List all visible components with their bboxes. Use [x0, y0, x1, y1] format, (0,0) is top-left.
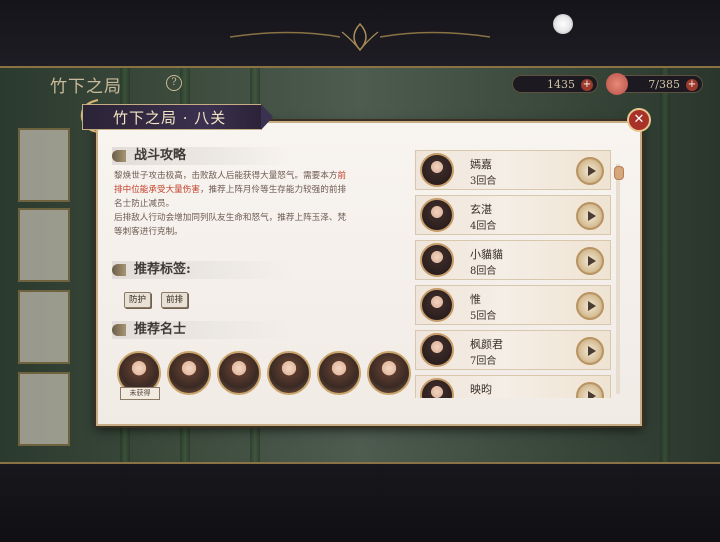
round-count: 3回合 — [470, 176, 497, 187]
panel-title: 竹下之局 · 八关 — [113, 109, 227, 127]
resource-value: 7/385 — [648, 78, 680, 91]
strategy-line-text: ，推荐上阵月伶等生存能力较强的前排 — [199, 185, 347, 195]
replay-list[interactable]: 嫣嘉 3回合 玄湛 4回合 小貓貓 8回合 惟 5回合 枫颜君 7回合 映昀 — [415, 146, 613, 398]
bottom-frame — [0, 462, 720, 542]
strategy-line: 名士防止减员。 — [114, 199, 175, 209]
section-title: 推荐名士 — [134, 322, 187, 337]
flower-icon — [606, 73, 628, 95]
section-title: 战斗攻略 — [134, 148, 187, 163]
strategy-line-text: 黎焕世子攻击极高，击败敌人后能获得大量怒气。需要本方 — [114, 171, 338, 181]
add-jade-button[interactable]: + — [581, 79, 593, 91]
tag-chip: 前排 — [161, 292, 189, 308]
hero-avatar[interactable] — [167, 351, 211, 395]
strategy-line: 后排敌人行动会增加同列队友生命和怒气，推荐上阵玉泽、梵 — [114, 213, 347, 223]
play-replay-button[interactable] — [576, 337, 604, 365]
round-count: 4回合 — [470, 221, 497, 232]
stage-tab[interactable] — [18, 372, 70, 446]
list-item[interactable]: 映昀 — [415, 375, 611, 398]
round-count: 5回合 — [470, 311, 497, 322]
play-replay-button[interactable] — [576, 247, 604, 275]
close-icon: ✕ — [633, 112, 645, 127]
section-header-heroes: 推荐名士 — [112, 321, 292, 339]
bamboo-stalk — [660, 60, 670, 480]
player-avatar — [420, 153, 454, 187]
section-title: 推荐标签: — [134, 262, 191, 277]
not-owned-badge: 未获得 — [120, 387, 160, 400]
hero-avatar[interactable] — [267, 351, 311, 395]
play-replay-button[interactable] — [576, 382, 604, 398]
strategy-highlight: 前 — [337, 171, 347, 181]
player-avatar — [420, 288, 454, 322]
player-avatar — [420, 243, 454, 277]
player-avatar — [420, 378, 454, 398]
question-icon[interactable]: ? — [166, 75, 182, 91]
section-header-strategy: 战斗攻略 — [112, 147, 292, 165]
player-name: 映昀 — [470, 383, 492, 396]
list-item[interactable]: 玄湛 4回合 — [415, 195, 611, 235]
stage-tab[interactable] — [18, 290, 70, 364]
stage-tab[interactable] — [18, 128, 70, 202]
play-replay-button[interactable] — [576, 157, 604, 185]
round-count: 8回合 — [470, 266, 497, 277]
list-item[interactable]: 惟 5回合 — [415, 285, 611, 325]
section-header-tags: 推荐标签: — [112, 261, 292, 279]
round-count: 7回合 — [470, 356, 497, 367]
top-frame — [0, 0, 720, 68]
resource-flower: 7/385 + — [606, 73, 703, 95]
hero-avatar[interactable] — [217, 351, 261, 395]
background-title: 竹下之局 — [50, 77, 122, 97]
strategy-line: 黎焕世子攻击极高，击败敌人后能获得大量怒气。需要本方前 — [114, 169, 410, 183]
hero-avatar[interactable] — [367, 351, 411, 395]
title-banner: 竹下之局 · 八关 — [82, 104, 273, 130]
section-bullet-icon — [112, 264, 126, 276]
player-name: 小貓貓 — [470, 248, 503, 261]
add-flower-button[interactable]: + — [686, 79, 698, 91]
scrollbar-track[interactable] — [616, 164, 620, 394]
player-avatar — [420, 333, 454, 367]
list-item[interactable]: 嫣嘉 3回合 — [415, 150, 611, 190]
player-name: 惟 — [470, 293, 481, 306]
resource-value: 1435 — [547, 78, 575, 91]
section-bullet-icon — [112, 150, 126, 162]
player-avatar — [420, 198, 454, 232]
player-name: 枫颜君 — [470, 338, 503, 351]
lotus-ornament-icon — [230, 22, 490, 52]
close-button[interactable]: ✕ — [627, 108, 651, 132]
tag-chip: 防护 — [124, 292, 152, 308]
hero-avatar[interactable] — [317, 351, 361, 395]
play-replay-button[interactable] — [576, 202, 604, 230]
moon-icon — [553, 14, 573, 34]
player-name: 玄湛 — [470, 203, 492, 216]
stage-tab[interactable] — [18, 208, 70, 282]
section-bullet-icon — [112, 324, 126, 336]
strategy-line: 等刺客进行克制。 — [114, 227, 183, 237]
scrollbar-thumb[interactable] — [614, 166, 624, 180]
strategy-text: 黎焕世子攻击极高，击败敌人后能获得大量怒气。需要本方前 排中位能承受大量伤害，推… — [114, 169, 410, 239]
player-name: 嫣嘉 — [470, 158, 492, 171]
list-item[interactable]: 枫颜君 7回合 — [415, 330, 611, 370]
resource-jade: 1435 + — [512, 75, 598, 93]
play-replay-button[interactable] — [576, 292, 604, 320]
strategy-line: 排中位能承受大量伤害，推荐上阵月伶等生存能力较强的前排 — [114, 183, 410, 197]
list-item[interactable]: 小貓貓 8回合 — [415, 240, 611, 280]
strategy-highlight: 排中位能承受大量伤害 — [114, 185, 200, 195]
